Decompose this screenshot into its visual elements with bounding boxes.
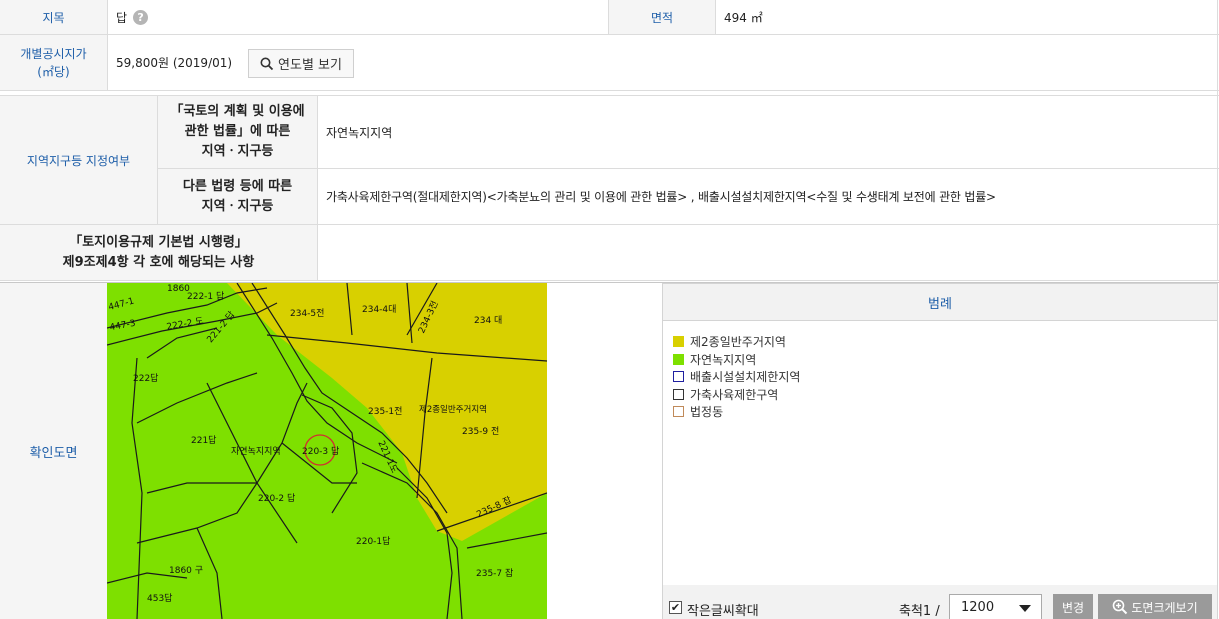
legend-item: 배출시설설치제한지역	[673, 368, 1217, 386]
divider	[608, 0, 609, 34]
legend-panel: 범례 제2종일반주거지역 자연녹지지역 배출시설설치제한지역 가축사육제한구역 …	[662, 283, 1218, 619]
legend-swatch	[673, 353, 684, 365]
zoning-row2-label-line2: 지역ㆍ지구등	[201, 198, 274, 214]
parcel-label: 220-2 답	[258, 492, 295, 504]
scale-select[interactable]: 1200	[949, 594, 1042, 619]
legend-title: 범례	[663, 284, 1217, 321]
zoning-row3-label-line2: 제9조제4항 각 호에 해당되는 사항	[62, 254, 255, 270]
divider	[0, 90, 1219, 91]
year-view-button-label: 연도별 보기	[278, 58, 342, 73]
parcel-label: 제2종일반주거지역	[419, 404, 487, 415]
parcel-label: 1860 구	[169, 565, 203, 576]
map-section-label: 확인도면	[0, 283, 107, 619]
price-label: 개별공시지가 (㎡당)	[0, 35, 107, 90]
divider	[0, 34, 1219, 35]
map-controls-bar: ✔ 작은글씨확대 축척1 / 1200 변경 도면크게보기	[663, 585, 1217, 619]
jimok-value: 답	[116, 10, 128, 25]
help-icon[interactable]: ?	[133, 9, 149, 25]
search-icon	[260, 57, 274, 70]
legend-item-label: 가축사육제한구역	[690, 387, 779, 402]
legend-item: 자연녹지지역	[673, 351, 1217, 369]
price-label-line1: 개별공시지가	[20, 46, 87, 61]
parcel-label: 220-1답	[356, 535, 390, 547]
parcel-label: 234-4대	[362, 304, 396, 315]
legend-item-label: 제2종일반주거지역	[690, 335, 786, 350]
legend-item: 가축사육제한구역	[673, 386, 1217, 404]
parcel-label: 235-9 전	[462, 426, 499, 437]
enlarge-text-label[interactable]: 작은글씨확대	[687, 600, 759, 619]
parcel-label: 221답	[191, 434, 216, 446]
divider	[157, 95, 158, 224]
scale-label: 축척1 /	[899, 604, 940, 619]
zoning-section-label: 지역지구등 지정여부	[0, 96, 157, 224]
parcel-label: 235-7 잡	[476, 567, 513, 579]
divider	[0, 95, 1219, 96]
cadastral-map-drawing: 234-5전 234-4대 234-3전 234 대 222답 221답 자연녹…	[107, 283, 547, 619]
divider	[0, 280, 1219, 281]
parcel-label: 234 대	[474, 315, 502, 326]
legend-swatch	[673, 371, 684, 383]
divider	[107, 0, 108, 90]
land-use-plan-page: 지목 답 ? 면적 494 ㎡ 개별공시지가 (㎡당) 59,800원 (201…	[0, 0, 1219, 619]
divider	[1217, 0, 1218, 281]
divider	[0, 224, 1219, 225]
parcel-label: 자연녹지지역	[231, 446, 281, 457]
divider	[317, 95, 318, 280]
zoning-row2-value: 가축사육제한구역(절대제한지역)<가축분뇨의 관리 및 이용에 관한 법률> ,…	[326, 190, 996, 204]
area-value: 494 ㎡	[724, 10, 763, 25]
legend-swatch	[673, 388, 684, 400]
enlarge-map-button[interactable]: 도면크게보기	[1098, 594, 1212, 619]
divider	[715, 0, 716, 34]
legend-item: 법정동	[673, 403, 1217, 421]
change-scale-button-label: 변경	[1061, 600, 1085, 615]
change-scale-button[interactable]: 변경	[1053, 594, 1093, 619]
zoning-row2-label: 다른 법령 등에 따른 지역ㆍ지구등	[158, 169, 317, 224]
parcel-label: 235-1전	[368, 406, 402, 417]
zoning-row3-label-line1: 「토지이용규제 기본법 시행령」	[69, 234, 248, 250]
zoning-row1-label-line1: 「국토의 계획 및 이용에	[170, 104, 305, 119]
year-view-button[interactable]: 연도별 보기	[248, 49, 354, 78]
zoning-row1-label-line3: 지역ㆍ지구등	[201, 144, 274, 159]
legend-swatch	[673, 336, 684, 348]
legend-item-label: 법정동	[690, 405, 724, 420]
legend-item: 제2종일반주거지역	[673, 333, 1217, 351]
parcel-label: 222답	[133, 372, 158, 384]
enlarge-map-button-label: 도면크게보기	[1131, 600, 1198, 615]
parcel-label: 220-3 답	[302, 445, 339, 457]
legend-swatch	[673, 406, 684, 418]
parcel-label: 234-5전	[290, 308, 324, 319]
zoom-in-icon	[1113, 599, 1128, 615]
cadastral-map[interactable]: 234-5전 234-4대 234-3전 234 대 222답 221답 자연녹…	[107, 283, 547, 619]
legend-list: 제2종일반주거지역 자연녹지지역 배출시설설치제한지역 가축사육제한구역 법정동	[663, 321, 1217, 421]
parcel-label: 1860	[167, 284, 190, 294]
zoning-row1-label-line2: 관한 법률」에 따른	[184, 124, 291, 139]
legend-item-label: 자연녹지지역	[690, 352, 757, 367]
parcel-label: 453답	[147, 592, 172, 604]
zoning-row3-value	[326, 225, 1206, 280]
enlarge-text-checkbox[interactable]: ✔	[669, 601, 682, 614]
zoning-row1-label: 「국토의 계획 및 이용에 관한 법률」에 따른 지역ㆍ지구등	[158, 96, 317, 168]
scale-select-value: 1200	[961, 600, 995, 615]
zoning-row1-value: 자연녹지지역	[326, 125, 393, 140]
jimok-value-cell: 답 ?	[116, 0, 606, 34]
zoning-row3-label: 「토지이용규제 기본법 시행령」 제9조제4항 각 호에 해당되는 사항	[0, 225, 317, 280]
price-label-line2: (㎡당)	[37, 64, 70, 79]
price-value: 59,800원 (2019/01)	[116, 56, 233, 70]
jimok-label: 지목	[0, 0, 107, 34]
chevron-down-icon	[1019, 605, 1031, 612]
legend-item-label: 배출시설설치제한지역	[690, 370, 801, 385]
zoning-row2-label-line1: 다른 법령 등에 따른	[182, 178, 293, 194]
parcel-label: 222-1 답	[187, 290, 224, 302]
area-label: 면적	[609, 0, 715, 34]
